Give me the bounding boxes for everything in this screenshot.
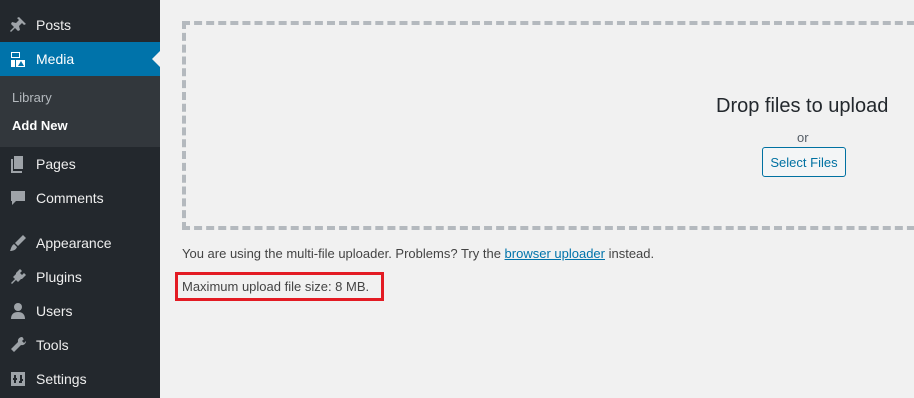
pages-icon (0, 154, 36, 174)
sidebar-item-posts[interactable]: Posts (0, 8, 160, 42)
sidebar-item-tools[interactable]: Tools (0, 328, 160, 362)
sidebar-item-pages[interactable]: Pages (0, 147, 160, 181)
uploader-note-suffix: instead. (604, 246, 655, 261)
sidebar-item-label: Plugins (36, 269, 82, 285)
submenu-item-library[interactable]: Library (12, 90, 52, 105)
drop-or-text: or (797, 130, 809, 145)
select-files-button[interactable]: Select Files (762, 147, 846, 177)
uploader-note-prefix: You are using the multi-file uploader. P… (182, 246, 505, 261)
settings-icon (0, 369, 36, 389)
uploader-note: You are using the multi-file uploader. P… (182, 246, 654, 261)
plugin-icon (0, 267, 36, 287)
sidebar-item-plugins[interactable]: Plugins (0, 260, 160, 294)
wrench-icon (0, 335, 36, 355)
sidebar-item-users[interactable]: Users (0, 294, 160, 328)
sidebar-item-comments[interactable]: Comments (0, 181, 160, 215)
pushpin-icon (0, 15, 36, 35)
comment-icon (0, 188, 36, 208)
sidebar-item-label: Appearance (36, 235, 112, 251)
active-indicator (152, 51, 160, 67)
sidebar-item-settings[interactable]: Settings (0, 362, 160, 396)
sidebar-item-appearance[interactable]: Appearance (0, 226, 160, 260)
admin-sidebar: Posts Media Library Add New Pages Commen… (0, 0, 160, 398)
media-icon (0, 49, 36, 69)
browser-uploader-link[interactable]: browser uploader (505, 246, 605, 261)
sidebar-item-label: Tools (36, 337, 69, 353)
drop-zone[interactable]: Drop files to upload or Select Files (182, 21, 914, 230)
sidebar-item-label: Pages (36, 156, 76, 172)
sidebar-item-label: Posts (36, 17, 72, 33)
submenu-item-add-new[interactable]: Add New (12, 118, 68, 133)
max-upload-size: Maximum upload file size: 8 MB. (182, 279, 370, 294)
sidebar-item-label: Settings (36, 371, 87, 387)
sidebar-item-label: Comments (36, 190, 104, 206)
media-submenu: Library Add New (0, 76, 160, 147)
sidebar-item-media[interactable]: Media (0, 42, 160, 76)
drop-title: Drop files to upload (716, 95, 889, 117)
sidebar-item-label: Media (36, 51, 75, 67)
sidebar-item-label: Users (36, 303, 73, 319)
user-icon (0, 301, 36, 321)
paintbrush-icon (0, 233, 36, 253)
